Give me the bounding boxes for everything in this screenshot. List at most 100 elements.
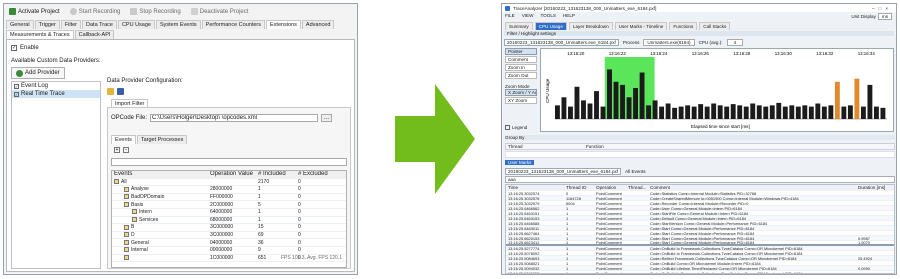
event-name-cell: Services <box>112 217 208 223</box>
enable-checkbox[interactable]: ✓ <box>11 45 17 51</box>
cpu-bar <box>620 84 625 119</box>
mark-thread-id: 1 <box>566 226 569 231</box>
mark-comment: Code=Default Comp=General Module=Intern … <box>650 216 747 221</box>
event-name: D <box>131 232 135 239</box>
xy-zoom-button[interactable]: XY Zoom <box>505 97 537 104</box>
event-row[interactable]: All 2170 0 <box>112 179 346 187</box>
event-row[interactable]: B 3C000000 15 0 <box>112 224 346 232</box>
legend-toggle[interactable]: Legend <box>505 125 527 130</box>
menu-help[interactable]: HELP <box>563 13 575 18</box>
legend-checkbox[interactable] <box>505 125 510 130</box>
cpu-chart[interactable]: 13:16:20 13:16:22 13:16:24 13:16:26 13:16:28… <box>540 48 894 132</box>
x-zoom-button[interactable]: X Zoom / Y Auto <box>505 89 537 96</box>
cpu-bar <box>678 106 684 119</box>
tab-user-marks[interactable]: User Marks <box>505 160 535 165</box>
zoom-out-button[interactable]: Zoom Out <box>505 72 537 79</box>
mark-comment: Code=Start Comp=General Module=Performan… <box>650 236 755 241</box>
menu-file[interactable]: FILE <box>505 13 515 18</box>
event-row[interactable]: D 3C000000 69 0 <box>112 232 346 240</box>
tab-events[interactable]: Events <box>111 135 136 144</box>
window-controls[interactable]: –□× <box>872 6 896 11</box>
mark-operation: PointComment <box>596 211 622 216</box>
menu-view[interactable]: VIEW <box>522 13 534 18</box>
tab-target-processes[interactable]: Target Processes <box>136 135 188 144</box>
comment-button[interactable]: Comment <box>505 56 537 63</box>
filter-highlight-bar[interactable]: Filter / Highlight settings <box>504 31 894 36</box>
tab-extensions[interactable]: Extensions <box>266 20 301 29</box>
menu-tools[interactable]: TOOLS <box>540 13 556 18</box>
mark-thread-id: 1 <box>566 211 569 216</box>
opcode-field[interactable]: C:\Users\Holger\Desktop\ \opcodes.xml <box>150 114 319 122</box>
tab-filter[interactable]: Filter <box>60 20 82 29</box>
tab-general[interactable]: General <box>6 20 34 29</box>
event-checkbox[interactable] <box>124 224 129 230</box>
provider-item[interactable]: ✓ Real Time Trace <box>12 90 100 98</box>
tab-functions[interactable]: Functions <box>669 22 698 30</box>
user-mark-row[interactable]: 13:16:25.5095852 1 PointComment Code=OnBuil… <box>506 271 894 273</box>
event-checkbox[interactable] <box>124 247 129 253</box>
tab-measurements-traces[interactable]: Measurements & Traces <box>6 30 74 39</box>
event-checkbox[interactable] <box>124 194 129 200</box>
event-checkbox[interactable] <box>114 179 119 185</box>
bottom-file-tag[interactable]: 20160223_131623138_000_Unmatters_exe_618… <box>505 168 622 175</box>
event-name-cell: Internal <box>112 247 208 253</box>
event-checkbox[interactable] <box>132 209 137 215</box>
tab-data-trace[interactable]: Data Trace <box>82 20 117 29</box>
mark-operation: PointComment <box>596 216 622 221</box>
tab-call-stacks[interactable]: Call Stacks <box>699 22 731 30</box>
add-provider-button[interactable]: Add Provider <box>11 67 65 79</box>
provider-item[interactable]: ✓ Event Log <box>12 82 100 90</box>
start-recording-button[interactable]: Start Recording <box>67 6 124 17</box>
pointer-button[interactable]: Pointer <box>505 48 537 55</box>
event-row[interactable]: Services 68000000 1 0 <box>112 217 346 225</box>
stop-recording-button[interactable]: Stop Recording <box>127 6 183 17</box>
all-events-label[interactable]: All Events <box>625 169 645 174</box>
save-icon[interactable] <box>117 88 124 95</box>
event-row[interactable]: Intern 64000000 1 0 <box>112 209 346 217</box>
tab-trigger[interactable]: Trigger <box>34 20 60 29</box>
event-row[interactable]: Analyse 28000000 1 0 <box>112 186 346 194</box>
process-select[interactable]: Unmatters.exe(6184) <box>643 39 695 46</box>
events-search-field[interactable]: aaa <box>505 176 895 183</box>
tab-cpu-usage-analysis[interactable]: CPU Usage <box>534 22 567 30</box>
provider-checkbox[interactable]: ✓ <box>14 91 19 97</box>
tab-layer-breakdown[interactable]: Layer Breakdown <box>568 22 613 30</box>
cpu-bar <box>587 103 593 119</box>
tab-system-events[interactable]: System Events <box>155 20 201 29</box>
event-row[interactable]: Internal 00000000 9 0 <box>112 247 346 255</box>
browse-button[interactable]: ... <box>321 114 333 122</box>
tab-performance-counters[interactable]: Performance Counters <box>201 20 266 29</box>
tab-cpu-usage[interactable]: CPU Usage <box>117 20 155 29</box>
col-excluded: # Excluded <box>298 171 328 178</box>
event-checkbox[interactable] <box>124 186 129 192</box>
deactivate-project-button[interactable]: Deactivate Project <box>188 6 252 17</box>
activate-project-button[interactable]: Activate Project <box>6 6 63 17</box>
tab-callback-api[interactable]: Callback-API <box>74 30 115 39</box>
event-checkbox[interactable] <box>124 232 129 238</box>
cpu-bar <box>652 100 658 119</box>
events-search-input[interactable] <box>111 158 347 166</box>
cpu-select[interactable]: 4 <box>726 39 744 46</box>
mark-thread-id: 1164728 <box>566 196 581 201</box>
unit-label: Unit Display <box>851 14 876 19</box>
tab-advanced[interactable]: Advanced <box>301 20 335 29</box>
event-row[interactable]: BadOPDomain FF000000 1 0 <box>112 194 346 202</box>
col-time: Time <box>508 185 519 190</box>
collapse-all-icon[interactable]: − <box>123 147 129 153</box>
zoom-in-button[interactable]: Zoom In <box>505 64 537 71</box>
event-row[interactable]: Basis 2C000000 5 0 <box>112 201 346 209</box>
provider-checkbox[interactable]: ✓ <box>14 83 19 89</box>
file-tag[interactable]: 20160223_131623138_000_Unmatters.exe_618… <box>504 39 619 46</box>
expand-all-icon[interactable]: + <box>114 147 120 153</box>
mark-duration: 25.4924 <box>858 256 873 261</box>
event-checkbox[interactable] <box>124 239 129 245</box>
event-checkbox[interactable] <box>124 201 129 207</box>
unit-select[interactable]: ms <box>877 13 892 20</box>
time-tick-label: 13:16:26 <box>692 51 710 56</box>
folder-icon[interactable] <box>107 88 114 95</box>
tab-user-marks-timeline[interactable]: User Marks - Timeline <box>614 22 668 30</box>
event-checkbox[interactable] <box>124 255 129 260</box>
event-row[interactable]: General 04000000 36 0 <box>112 239 346 247</box>
tab-summary[interactable]: Summary <box>505 22 533 30</box>
event-checkbox[interactable] <box>132 217 137 223</box>
